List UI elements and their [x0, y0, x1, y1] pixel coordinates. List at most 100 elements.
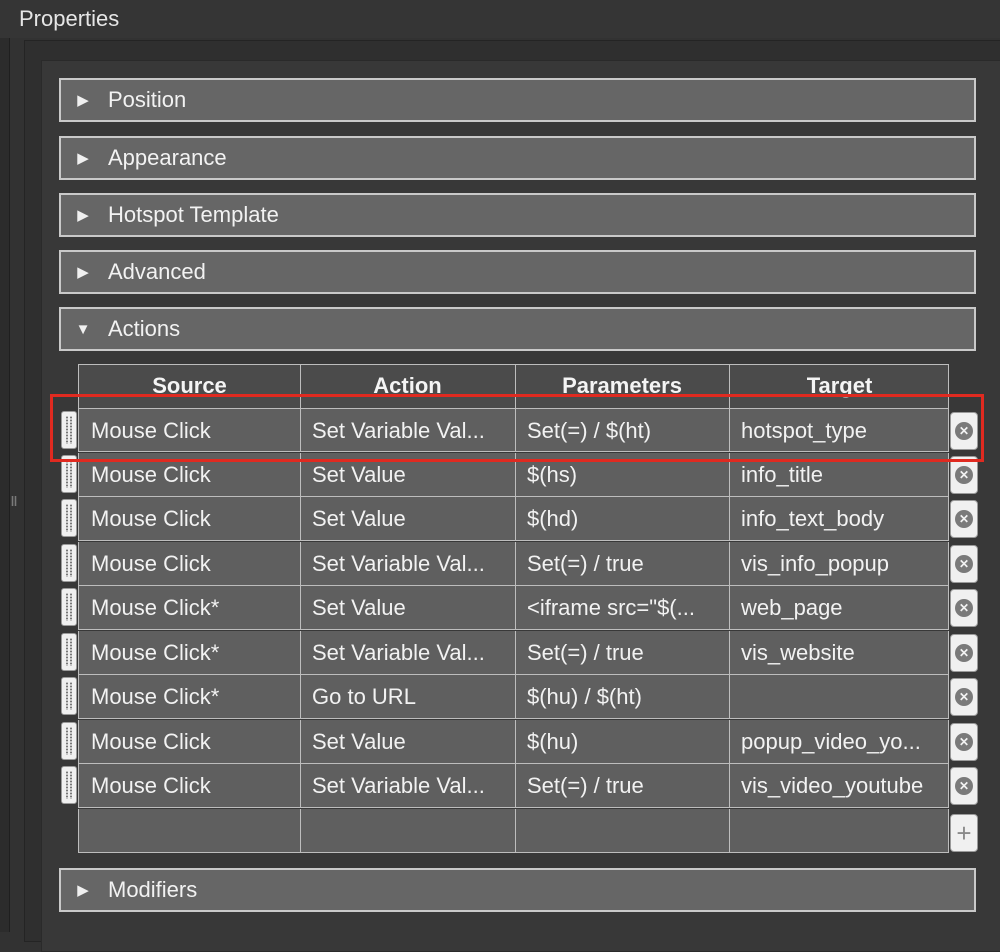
cell-parameters[interactable]: $(hd) [527, 497, 723, 541]
cell-target[interactable]: vis_info_popup [741, 542, 944, 586]
cell-parameters[interactable]: Set(=) / true [527, 764, 723, 808]
cell-target[interactable]: vis_video_youtube [741, 764, 944, 808]
cell-action[interactable]: Go to URL [312, 675, 509, 719]
cell-parameters[interactable]: $(hu) [527, 720, 723, 764]
remove-circle-icon[interactable] [950, 455, 978, 494]
panel-title: Properties [19, 6, 120, 31]
remove-circle-icon[interactable] [950, 544, 978, 583]
drag-handle-icon[interactable] [61, 766, 77, 804]
table-row[interactable]: Mouse Click Set Value $(hu) popup_video_yo.… [61, 719, 978, 764]
column-header-action[interactable]: Action [300, 373, 515, 399]
table-row[interactable]: Mouse Click* Set Variable Val... Set(=) / … [61, 630, 978, 675]
column-header-parameters[interactable]: Parameters [515, 373, 729, 399]
section-appearance[interactable]: ▶ Appearance [59, 136, 976, 180]
cell-action[interactable]: Set Variable Val... [312, 764, 509, 808]
cell-source[interactable]: Mouse Click [91, 542, 294, 586]
cell-target[interactable]: web_page [741, 586, 944, 630]
remove-circle-icon[interactable] [950, 767, 978, 805]
cell-source[interactable]: Mouse Click [91, 409, 294, 453]
cell-source[interactable]: Mouse Click [91, 497, 294, 541]
table-row[interactable]: Mouse Click* Set Value <iframe src="$(... w… [61, 586, 978, 630]
cell-action[interactable]: Set Variable Val... [312, 542, 509, 586]
cell-target[interactable] [741, 809, 944, 853]
section-position[interactable]: ▶ Position [59, 78, 976, 122]
remove-circle-icon[interactable] [950, 412, 978, 450]
table-row[interactable]: Mouse Click Set Variable Val... Set(=) / t… [61, 764, 978, 808]
cell-source[interactable]: Mouse Click [91, 453, 294, 497]
cell-parameters[interactable] [527, 809, 723, 853]
cell-target[interactable]: info_text_body [741, 497, 944, 541]
column-divider [300, 586, 301, 629]
column-divider [729, 808, 730, 852]
cell-parameters[interactable]: Set(=) / true [527, 542, 723, 586]
column-divider [300, 630, 301, 674]
table-row[interactable]: Mouse Click Set Variable Val... Set(=) / t… [61, 541, 978, 586]
cell-source[interactable]: Mouse Click* [91, 586, 294, 630]
cell-target[interactable]: popup_video_yo... [741, 720, 944, 764]
cell-target[interactable]: vis_website [741, 631, 944, 675]
column-divider [515, 452, 516, 496]
drag-handle-icon[interactable] [61, 588, 77, 626]
cell-action[interactable] [312, 809, 509, 853]
cell-source[interactable]: Mouse Click* [91, 675, 294, 719]
actions-table-header: Source Action Parameters Target [78, 364, 949, 408]
cell-action[interactable]: Set Variable Val... [312, 409, 509, 453]
section-advanced[interactable]: ▶ Advanced [59, 250, 976, 294]
column-divider [729, 541, 730, 585]
column-divider [729, 365, 730, 408]
cell-target[interactable]: info_title [741, 453, 944, 497]
cell-target[interactable]: hotspot_type [741, 409, 944, 453]
column-divider [515, 764, 516, 807]
remove-circle-icon[interactable] [950, 589, 978, 627]
cell-source[interactable]: Mouse Click [91, 764, 294, 808]
table-row[interactable]: Mouse Click Set Value $(hs) info_title [61, 452, 978, 497]
drag-handle-icon[interactable] [61, 499, 77, 537]
cell-parameters[interactable]: Set(=) / true [527, 631, 723, 675]
cell-parameters[interactable]: Set(=) / $(ht) [527, 409, 723, 453]
drag-handle-icon[interactable] [61, 543, 77, 582]
table-row[interactable]: Mouse Click Set Value $(hd) info_text_body [61, 497, 978, 541]
remove-circle-icon[interactable] [950, 633, 978, 672]
section-label: Advanced [108, 259, 206, 284]
drag-handle-icon[interactable] [61, 411, 77, 449]
column-divider [515, 365, 516, 408]
section-modifiers[interactable]: ▶ Modifiers [59, 868, 976, 912]
splitter-grip-icon[interactable] [11, 496, 17, 506]
cell-parameters[interactable]: <iframe src="$(... [527, 586, 723, 630]
section-hotspot-template[interactable]: ▶ Hotspot Template [59, 193, 976, 237]
remove-circle-icon[interactable] [950, 500, 978, 538]
column-divider [515, 541, 516, 585]
column-divider [515, 808, 516, 852]
cell-source[interactable]: Mouse Click* [91, 631, 294, 675]
table-row-new[interactable]: + [78, 808, 978, 853]
plus-icon[interactable]: + [950, 813, 978, 852]
column-divider [729, 630, 730, 674]
remove-circle-icon[interactable] [950, 678, 978, 716]
cell-source[interactable]: Mouse Click [91, 720, 294, 764]
panel-header: Properties [0, 0, 1000, 38]
table-row[interactable]: Mouse Click* Go to URL $(hu) / $(ht) [61, 675, 978, 719]
cell-action[interactable]: Set Value [312, 497, 509, 541]
cell-action[interactable]: Set Value [312, 453, 509, 497]
left-splitter[interactable] [0, 38, 10, 932]
drag-handle-icon[interactable] [61, 632, 77, 671]
cell-source[interactable] [91, 809, 294, 853]
drag-handle-icon[interactable] [61, 677, 77, 715]
table-row[interactable]: Mouse Click Set Variable Val... Set(=) / $… [61, 408, 978, 453]
cell-parameters[interactable]: $(hs) [527, 453, 723, 497]
cell-action[interactable]: Set Value [312, 720, 509, 764]
column-header-target[interactable]: Target [729, 373, 950, 399]
cell-action[interactable]: Set Value [312, 586, 509, 630]
column-divider [729, 452, 730, 496]
cell-target[interactable] [741, 675, 944, 719]
column-divider [300, 808, 301, 852]
drag-handle-icon[interactable] [61, 721, 77, 760]
column-divider [729, 764, 730, 807]
remove-circle-icon[interactable] [950, 722, 978, 761]
cell-parameters[interactable]: $(hu) / $(ht) [527, 675, 723, 719]
cell-action[interactable]: Set Variable Val... [312, 631, 509, 675]
column-header-source[interactable]: Source [79, 373, 300, 399]
section-actions[interactable]: ▼ Actions [59, 307, 976, 351]
drag-handle-icon[interactable] [61, 454, 77, 493]
triangle-right-icon: ▶ [77, 150, 89, 167]
